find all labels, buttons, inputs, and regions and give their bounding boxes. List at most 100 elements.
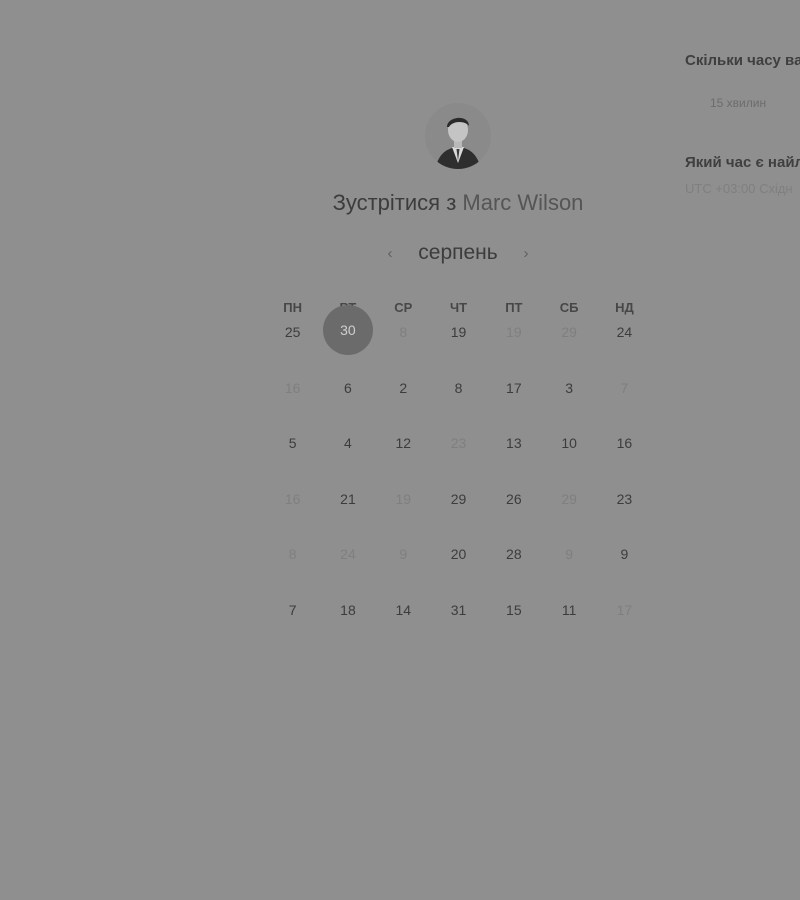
day-number: 5 xyxy=(288,435,297,452)
booking-page: Зустрітися з Marc Wilson ‹ серпень › ПН … xyxy=(0,0,800,900)
chevron-left-icon[interactable]: ‹ xyxy=(380,245,400,262)
day-number: 30 xyxy=(322,305,373,355)
day-number: 15 xyxy=(506,601,522,618)
day-number: 8 xyxy=(288,546,297,563)
calendar-week-row: 25 30 8 19 19 29 24 xyxy=(265,305,652,376)
calendar-day-selected[interactable]: 30 xyxy=(320,305,375,376)
calendar-day[interactable]: 4 xyxy=(320,431,375,487)
calendar-day: 8 xyxy=(376,320,431,376)
day-number: 21 xyxy=(340,490,356,507)
day-number: 16 xyxy=(284,490,301,507)
calendar-day: 7 xyxy=(597,376,652,432)
calendar-day[interactable]: 15 xyxy=(486,598,541,654)
calendar-day[interactable]: 2 xyxy=(376,376,431,432)
calendar-day[interactable]: 26 xyxy=(486,487,541,543)
calendar-day: 19 xyxy=(486,320,541,376)
duration-question: Скільки часу ва xyxy=(685,52,800,69)
calendar-week-row: 7 18 14 31 15 11 17 xyxy=(265,598,652,654)
day-number: 18 xyxy=(340,601,356,618)
day-number: 24 xyxy=(340,546,356,563)
day-number: 16 xyxy=(616,435,633,452)
calendar-day[interactable]: 20 xyxy=(431,542,486,598)
host-avatar xyxy=(425,103,491,169)
calendar-day[interactable]: 16 xyxy=(597,431,652,487)
day-number: 8 xyxy=(399,324,408,340)
calendar-day[interactable]: 9 xyxy=(597,542,652,598)
calendar-day: 16 xyxy=(265,487,320,543)
day-number: 6 xyxy=(344,379,352,396)
calendar-day: 9 xyxy=(541,542,596,598)
day-number: 29 xyxy=(561,490,577,507)
day-number: 19 xyxy=(395,490,412,507)
day-number: 4 xyxy=(344,435,352,452)
calendar-day[interactable]: 23 xyxy=(597,487,652,543)
time-question: Який час є найл xyxy=(685,154,800,171)
day-number: 7 xyxy=(620,379,629,396)
calendar-week-row: 16 6 2 8 17 3 7 xyxy=(265,376,652,432)
day-number: 31 xyxy=(450,601,467,618)
calendar-day[interactable]: 14 xyxy=(376,598,431,654)
weekday-label: СР xyxy=(394,300,413,315)
calendar-day: 17 xyxy=(597,598,652,654)
calendar-day[interactable]: 5 xyxy=(265,431,320,487)
calendar-day[interactable]: 8 xyxy=(431,376,486,432)
calendar-day[interactable]: 13 xyxy=(486,431,541,487)
calendar-day[interactable]: 3 xyxy=(541,376,596,432)
calendar-grid: ПН ВТ СР ЧТ ПТ СБ НД 2530819192924166281… xyxy=(265,296,652,654)
calendar-day: 8 xyxy=(265,542,320,598)
calendar-week-row: 16 21 19 29 26 29 23 xyxy=(265,487,652,543)
day-number: 17 xyxy=(616,601,633,618)
day-number: 19 xyxy=(450,324,467,340)
day-number: 19 xyxy=(506,324,522,340)
calendar-day: 29 xyxy=(541,320,596,376)
weekday-label: ПТ xyxy=(505,300,523,315)
weekday-label: СБ xyxy=(559,300,579,315)
day-number: 3 xyxy=(565,379,574,396)
day-number: 20 xyxy=(450,546,467,563)
calendar-day: 29 xyxy=(541,487,596,543)
calendar-day[interactable]: 25 xyxy=(265,320,320,376)
day-number: 10 xyxy=(561,435,577,452)
calendar-day[interactable]: 28 xyxy=(486,542,541,598)
calendar-weeks: 25 30 8 19 19 29 24 16 6 2 8 17 3 7 5 4 12 23 13 10 16 16 21 19… xyxy=(265,305,652,654)
timezone-select[interactable]: UTC +03:00 Східн xyxy=(685,181,793,196)
day-number: 28 xyxy=(506,546,522,563)
calendar-day[interactable]: 17 xyxy=(486,376,541,432)
day-number: 29 xyxy=(561,324,577,340)
calendar-day[interactable]: 10 xyxy=(541,431,596,487)
day-number: 23 xyxy=(616,490,633,507)
month-navigation: ‹ серпень › xyxy=(380,238,536,268)
calendar-day[interactable]: 7 xyxy=(265,598,320,654)
day-number: 9 xyxy=(565,546,574,563)
day-number: 16 xyxy=(284,379,301,396)
chevron-right-icon[interactable]: › xyxy=(516,245,536,262)
calendar-day[interactable]: 31 xyxy=(431,598,486,654)
weekday-label: ПН xyxy=(283,300,303,315)
day-number: 9 xyxy=(399,546,408,563)
calendar-day[interactable]: 21 xyxy=(320,487,375,543)
calendar-day[interactable]: 19 xyxy=(431,320,486,376)
duration-option[interactable]: 15 хвилин xyxy=(710,96,766,110)
calendar-day[interactable]: 24 xyxy=(597,320,652,376)
calendar-week-row: 8 24 9 20 28 9 9 xyxy=(265,542,652,598)
calendar-day[interactable]: 18 xyxy=(320,598,375,654)
day-number: 23 xyxy=(450,435,467,452)
calendar-day[interactable]: 6 xyxy=(320,376,375,432)
day-number: 7 xyxy=(288,601,297,618)
weekday-label: НД xyxy=(615,300,634,315)
day-number: 12 xyxy=(395,435,412,452)
calendar-day[interactable]: 12 xyxy=(376,431,431,487)
calendar-day[interactable]: 11 xyxy=(541,598,596,654)
calendar-day: 23 xyxy=(431,431,486,487)
calendar-day: 19 xyxy=(376,487,431,543)
host-name: Marc Wilson xyxy=(462,190,584,215)
day-number: 26 xyxy=(506,490,522,507)
weekday-label: ЧТ xyxy=(450,300,468,315)
month-label: серпень xyxy=(418,241,498,264)
day-number: 17 xyxy=(506,379,522,396)
day-number: 11 xyxy=(561,601,577,618)
calendar-day[interactable]: 29 xyxy=(431,487,486,543)
day-number: 24 xyxy=(616,324,633,340)
day-number: 9 xyxy=(620,546,629,563)
weekday-header: ПН ВТ СР ЧТ ПТ СБ НД xyxy=(265,296,652,320)
